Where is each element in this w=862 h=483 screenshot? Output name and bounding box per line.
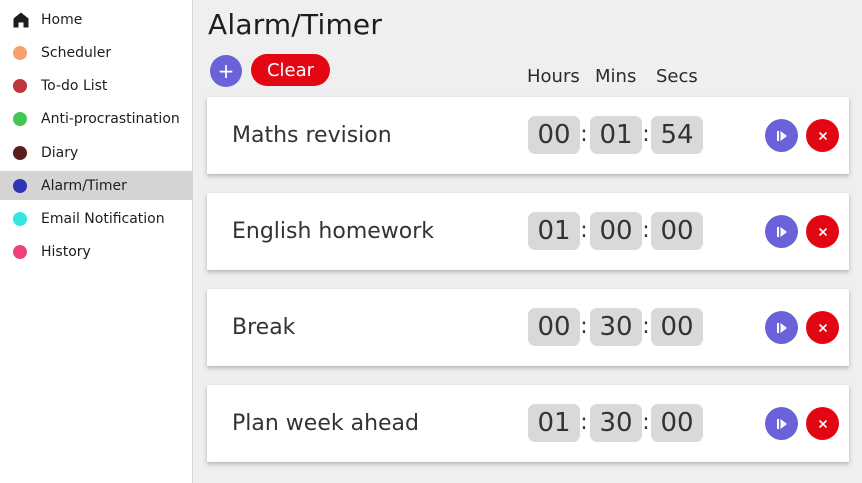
hours-value[interactable]: 01 (528, 212, 580, 250)
secs-value[interactable]: 00 (651, 212, 703, 250)
sidebar-item-label: Alarm/Timer (41, 177, 127, 194)
time-separator: : (580, 314, 588, 339)
sidebar-item-anti-procrastination[interactable]: Anti-procrastination (0, 104, 193, 133)
add-timer-button[interactable]: + (210, 55, 242, 87)
time-separator: : (580, 218, 588, 243)
secs-value[interactable]: 54 (651, 116, 703, 154)
delete-button[interactable] (806, 119, 839, 152)
scheduler-dot-icon (13, 45, 27, 60)
sidebar: Home Scheduler To-do List Anti-procrasti… (0, 0, 193, 483)
timer-card: Maths revision 00 : 01 : 54 (207, 97, 849, 174)
sidebar-item-alarm-timer[interactable]: Alarm/Timer (0, 171, 193, 200)
sidebar-item-diary[interactable]: Diary (0, 138, 193, 167)
hours-value[interactable]: 00 (528, 308, 580, 346)
play-button[interactable] (765, 215, 798, 248)
sidebar-item-home[interactable]: Home (0, 5, 193, 34)
timer-name: Maths revision (232, 123, 392, 148)
mins-value[interactable]: 30 (590, 308, 642, 346)
timer-name: Break (232, 315, 296, 340)
time-separator: : (642, 410, 650, 435)
sidebar-item-label: Home (41, 11, 83, 28)
timer-name: Plan week ahead (232, 411, 419, 436)
mins-value[interactable]: 01 (590, 116, 642, 154)
clear-button[interactable]: Clear (251, 54, 330, 86)
timer-card: English homework 01 : 00 : 00 (207, 193, 849, 270)
delete-button[interactable] (806, 311, 839, 344)
mins-value[interactable]: 30 (590, 404, 642, 442)
time-separator: : (580, 122, 588, 147)
time-separator: : (642, 122, 650, 147)
hours-value[interactable]: 01 (528, 404, 580, 442)
sidebar-item-email-notification[interactable]: Email Notification (0, 204, 193, 233)
delete-button[interactable] (806, 407, 839, 440)
mins-value[interactable]: 00 (590, 212, 642, 250)
hours-value[interactable]: 00 (528, 116, 580, 154)
close-icon (818, 227, 827, 236)
diary-dot-icon (13, 145, 27, 160)
play-icon (776, 130, 787, 141)
secs-column-header: Secs (656, 66, 698, 87)
history-dot-icon (13, 244, 27, 259)
delete-button[interactable] (806, 215, 839, 248)
play-icon (776, 322, 787, 333)
page-title: Alarm/Timer (208, 8, 383, 41)
sidebar-item-label: Diary (41, 144, 79, 161)
play-button[interactable] (765, 407, 798, 440)
play-button[interactable] (765, 119, 798, 152)
email-notification-dot-icon (13, 211, 27, 226)
timer-card: Break 00 : 30 : 00 (207, 289, 849, 366)
sidebar-item-label: Scheduler (41, 44, 112, 61)
sidebar-item-label: History (41, 243, 91, 260)
close-icon (818, 131, 827, 140)
sidebar-item-scheduler[interactable]: Scheduler (0, 38, 193, 67)
secs-value[interactable]: 00 (651, 308, 703, 346)
close-icon (818, 323, 827, 332)
play-icon (776, 418, 787, 429)
close-icon (818, 419, 827, 428)
time-separator: : (642, 314, 650, 339)
hours-column-header: Hours (527, 66, 580, 87)
sidebar-item-label: Anti-procrastination (41, 110, 180, 127)
timer-name: English homework (232, 219, 435, 244)
anti-procrastination-dot-icon (13, 111, 27, 126)
secs-value[interactable]: 00 (651, 404, 703, 442)
time-separator: : (580, 410, 588, 435)
play-icon (776, 226, 787, 237)
play-button[interactable] (765, 311, 798, 344)
sidebar-item-label: Email Notification (41, 210, 165, 227)
timer-card: Plan week ahead 01 : 30 : 00 (207, 385, 849, 462)
sidebar-item-history[interactable]: History (0, 237, 193, 266)
home-icon (13, 12, 29, 28)
sidebar-item-todo-list[interactable]: To-do List (0, 71, 193, 100)
mins-column-header: Mins (595, 66, 637, 87)
todo-dot-icon (13, 78, 27, 93)
time-separator: : (642, 218, 650, 243)
sidebar-item-label: To-do List (41, 77, 108, 94)
alarm-timer-dot-icon (13, 178, 27, 193)
